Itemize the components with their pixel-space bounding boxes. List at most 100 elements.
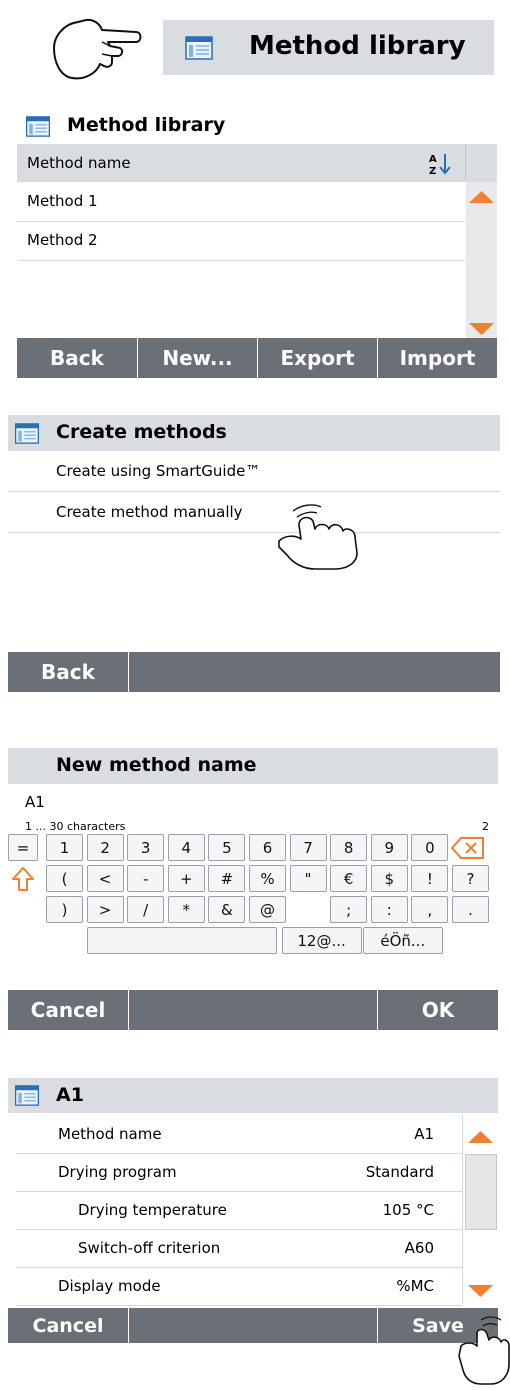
param-value: A60: [404, 1239, 434, 1257]
option-create-manually[interactable]: Create method manually: [8, 492, 500, 533]
method-library-panel: Method library Method name A Z Method 1 …: [17, 108, 497, 378]
param-method-name[interactable]: Method name A1: [16, 1116, 462, 1154]
key[interactable]: .: [452, 896, 489, 923]
import-button[interactable]: Import: [378, 338, 497, 378]
key[interactable]: &: [208, 896, 246, 923]
key[interactable]: #: [208, 865, 246, 892]
action-bar: Back New... Export Import: [17, 338, 497, 378]
backspace-key[interactable]: [450, 834, 486, 861]
param-switch-off-criterion[interactable]: Switch-off criterion A60: [16, 1230, 462, 1268]
key[interactable]: $: [370, 865, 408, 892]
cancel-button[interactable]: Cancel: [8, 1308, 129, 1343]
back-button[interactable]: Back: [17, 338, 138, 378]
list-item-label: Method 1: [27, 192, 98, 210]
option-smartguide[interactable]: Create using SmartGuide™: [8, 451, 500, 492]
key[interactable]: 7: [289, 834, 327, 861]
sort-az-icon[interactable]: A Z: [427, 151, 453, 181]
column-header[interactable]: Method name A Z: [17, 144, 497, 182]
list-icon: [14, 423, 40, 448]
key[interactable]: 1: [46, 834, 83, 861]
scroll-up-icon[interactable]: [468, 1128, 493, 1147]
scroll-down-icon[interactable]: [469, 320, 494, 339]
keyboard-panel: New method name A1 1 ... 30 characters 2…: [8, 748, 498, 1030]
title-bar: A1: [8, 1078, 498, 1113]
column-header-label: Method name: [27, 154, 131, 172]
key[interactable]: %: [249, 865, 286, 892]
key[interactable]: <: [86, 865, 124, 892]
shift-arrow-icon: [12, 866, 34, 891]
shift-key[interactable]: [8, 865, 38, 892]
numeric-mode-key[interactable]: 12@...: [281, 927, 362, 954]
param-label: Switch-off criterion: [78, 1239, 221, 1257]
scroll-down-icon[interactable]: [468, 1282, 493, 1301]
key[interactable]: ?: [452, 865, 489, 892]
param-value: 105 °C: [382, 1201, 434, 1219]
scroll-thumb[interactable]: [465, 1154, 497, 1230]
page-title: New method name: [56, 754, 257, 776]
action-bar: Back: [8, 652, 500, 692]
list-item[interactable]: Method 1: [17, 182, 465, 222]
list-item-label: Method 2: [27, 231, 98, 249]
export-button[interactable]: Export: [258, 338, 378, 378]
key[interactable]: 6: [249, 834, 286, 861]
new-button[interactable]: New...: [138, 338, 258, 378]
key[interactable]: =: [8, 834, 38, 861]
keyboard-keys: = 1 2 3 4 5 6 7 8 9 0 (< - + #% " € $!?) > / * & @;:,. 12@... éÖ…: [8, 834, 498, 988]
svg-text:A: A: [429, 154, 437, 165]
key[interactable]: ": [289, 865, 327, 892]
key[interactable]: :: [370, 896, 408, 923]
space-key[interactable]: [87, 927, 278, 954]
key[interactable]: 9: [370, 834, 408, 861]
cancel-button[interactable]: Cancel: [8, 990, 129, 1030]
list-icon: [25, 116, 51, 141]
key[interactable]: +: [167, 865, 205, 892]
method-library-button[interactable]: Method library: [163, 20, 494, 75]
key[interactable]: @: [249, 896, 286, 923]
title-bar: Create methods: [8, 415, 500, 451]
key[interactable]: -: [127, 865, 165, 892]
accents-mode-key[interactable]: éÖñ...: [362, 927, 443, 954]
page-title: Method library: [67, 114, 226, 136]
key[interactable]: €: [330, 865, 368, 892]
key[interactable]: /: [127, 896, 165, 923]
name-input[interactable]: A1: [25, 793, 45, 811]
key[interactable]: !: [411, 865, 449, 892]
ok-button[interactable]: OK: [377, 990, 498, 1030]
param-label: Drying temperature: [78, 1201, 227, 1219]
param-value: A1: [414, 1125, 434, 1143]
param-display-mode[interactable]: Display mode %MC: [16, 1268, 462, 1306]
key[interactable]: ,: [411, 896, 449, 923]
param-drying-temperature[interactable]: Drying temperature 105 °C: [16, 1192, 462, 1230]
char-count: 2: [482, 820, 489, 833]
key[interactable]: 2: [86, 834, 124, 861]
key[interactable]: (: [46, 865, 83, 892]
list-icon: [14, 1085, 40, 1110]
key[interactable]: ;: [330, 896, 368, 923]
param-value: %MC: [396, 1277, 434, 1295]
length-hint: 1 ... 30 characters: [25, 820, 126, 833]
page-title: A1: [56, 1084, 84, 1106]
list-icon: [185, 36, 213, 64]
key[interactable]: >: [86, 896, 124, 923]
scroll-up-icon[interactable]: [469, 188, 494, 207]
list-item[interactable]: Method 2: [17, 221, 465, 261]
scrollbar[interactable]: [466, 182, 497, 338]
key[interactable]: ): [46, 896, 83, 923]
method-detail-panel: A1 Method name A1 Drying program Standar…: [8, 1078, 499, 1343]
param-label: Method name: [58, 1125, 162, 1143]
tapping-hand-icon: [455, 1316, 510, 1390]
key[interactable]: 8: [330, 834, 368, 861]
method-library-button-label: Method library: [249, 31, 466, 61]
key[interactable]: *: [167, 896, 205, 923]
param-label: Drying program: [58, 1163, 177, 1181]
param-drying-program[interactable]: Drying program Standard: [16, 1154, 462, 1192]
key[interactable]: 0: [411, 834, 449, 861]
option-label: Create using SmartGuide™: [56, 462, 261, 480]
key[interactable]: 4: [167, 834, 205, 861]
key[interactable]: 3: [127, 834, 165, 861]
key[interactable]: 5: [208, 834, 246, 861]
scrollbar[interactable]: [462, 1116, 499, 1304]
create-methods-panel: Create methods Create using SmartGuide™ …: [8, 415, 500, 692]
back-button[interactable]: Back: [8, 652, 129, 692]
action-bar: Cancel Save: [8, 1308, 498, 1343]
